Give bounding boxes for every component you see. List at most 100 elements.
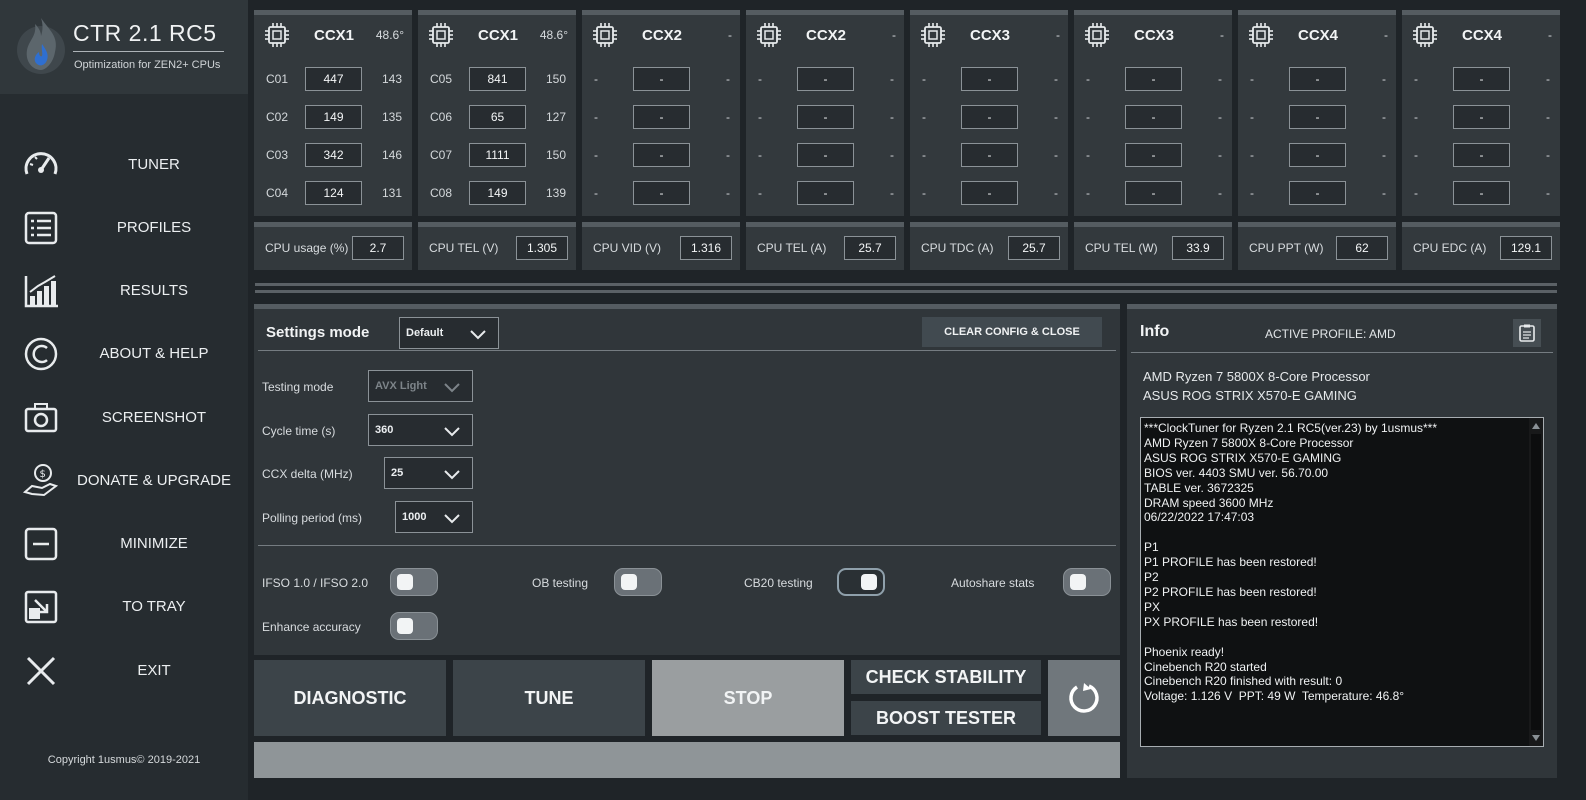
stat-label: CPU TEL (W) — [1085, 241, 1158, 255]
core-label: C06 — [430, 110, 453, 124]
core-label: - — [1250, 148, 1254, 162]
cycle-time-select[interactable]: 360 — [368, 414, 473, 446]
nav-to-tray-label: TO TRAY — [122, 598, 186, 615]
core-label: - — [1250, 186, 1254, 200]
sidebar: CTR 2.1 RC5 Optimization for ZEN2+ CPUs … — [0, 0, 248, 800]
nav-results-label: RESULTS — [119, 282, 189, 299]
ccx-temperature: - — [1548, 28, 1552, 42]
stat-value: 1.305 — [516, 236, 568, 260]
core-label: - — [1086, 110, 1090, 124]
core-frequency: - — [1054, 186, 1058, 200]
ccx-panel-3: CCX2 - - - - - - - - - - - - - — [582, 10, 740, 216]
core-offset-value: 342 — [305, 143, 362, 167]
ccx-delta-select[interactable]: 25 — [384, 457, 473, 489]
nav-results[interactable]: RESULTS — [0, 267, 248, 315]
core-row: --- — [1238, 143, 1396, 167]
scroll-down-arrow-icon[interactable] — [1532, 735, 1540, 741]
core-frequency: - — [726, 110, 730, 124]
ob-testing-toggle[interactable] — [614, 568, 662, 596]
ccx-temperature: 48.6° — [375, 28, 404, 42]
enhance-accuracy-toggle[interactable] — [390, 612, 438, 640]
boost-tester-button[interactable]: BOOST TESTER — [851, 701, 1041, 735]
ifso-toggle[interactable] — [390, 568, 438, 596]
core-frequency: - — [1054, 72, 1058, 86]
close-icon — [26, 656, 56, 686]
info-title: Info — [1140, 323, 1170, 340]
log-scrollbar[interactable] — [1529, 418, 1543, 746]
scroll-track[interactable] — [1531, 434, 1541, 730]
polling-period-value: 1000 — [402, 511, 427, 523]
ccx-temperature: - — [1384, 28, 1388, 42]
settings-divider-top — [258, 350, 1116, 351]
core-offset-value: - — [961, 181, 1018, 205]
stat-value: 25.7 — [844, 236, 896, 260]
nav-to-tray[interactable]: TO TRAY — [0, 583, 248, 631]
core-label: - — [758, 148, 762, 162]
camera-icon — [24, 403, 58, 433]
diagnostic-button[interactable]: DIAGNOSTIC — [254, 660, 446, 736]
core-offset-value: 65 — [469, 105, 526, 129]
info-divider — [1131, 352, 1553, 353]
nav-minimize-label: MINIMIZE — [120, 535, 188, 552]
stat-value: 25.7 — [1008, 236, 1060, 260]
core-label: C01 — [266, 72, 289, 86]
settings-mode-select[interactable]: Default — [399, 317, 499, 349]
polling-period-label: Polling period (ms) — [262, 511, 363, 525]
flame-logo-icon — [17, 18, 65, 74]
core-label: - — [758, 186, 762, 200]
log-textarea[interactable]: ***ClockTuner for Ryzen 2.1 RC5(ver.23) … — [1140, 417, 1544, 747]
nav-donate-upgrade[interactable]: $ DONATE & UPGRADE — [0, 457, 248, 505]
ccx-name: CCX2 — [806, 27, 847, 44]
check-stability-button[interactable]: CHECK STABILITY — [851, 660, 1041, 694]
stat-value: 129.1 — [1500, 236, 1552, 260]
autoshare-stats-toggle[interactable] — [1063, 568, 1111, 596]
refresh-button[interactable] — [1048, 660, 1120, 736]
stat-panel-2: CPU TEL (V) 1.305 — [418, 222, 576, 270]
copy-log-button[interactable] — [1513, 319, 1541, 347]
separator-bottom — [255, 290, 1557, 293]
ifso-label: IFSO 1.0 / IFSO 2.0 — [262, 576, 369, 590]
nav-screenshot[interactable]: SCREENSHOT — [0, 394, 248, 442]
core-frequency: - — [1546, 186, 1550, 200]
core-frequency: - — [890, 72, 894, 86]
stat-label: CPU TEL (V) — [429, 241, 499, 255]
stop-button[interactable]: STOP — [652, 660, 844, 736]
core-offset-value: 841 — [469, 67, 526, 91]
ccx-temperature: - — [728, 28, 732, 42]
donate-hand-icon: $ — [22, 464, 59, 497]
nav-minimize[interactable]: MINIMIZE — [0, 520, 248, 568]
cpu-chip-icon — [757, 23, 781, 47]
core-offset-value: - — [633, 105, 690, 129]
nav-profiles[interactable]: PROFILES — [0, 204, 248, 252]
core-label: C04 — [266, 186, 289, 200]
core-offset-value: - — [961, 67, 1018, 91]
nav-about-help-label: ABOUT & HELP — [99, 345, 209, 362]
testing-mode-select[interactable]: AVX Light — [368, 370, 473, 402]
stat-label: CPU EDC (A) — [1413, 241, 1487, 255]
nav-tuner[interactable]: TUNER — [0, 141, 248, 189]
clear-config-close-button[interactable]: CLEAR CONFIG & CLOSE — [922, 317, 1102, 347]
polling-period-select[interactable]: 1000 — [395, 501, 473, 533]
core-frequency: - — [726, 72, 730, 86]
nav-exit[interactable]: EXIT — [0, 647, 248, 695]
core-offset-value: - — [961, 105, 1018, 129]
scroll-up-arrow-icon[interactable] — [1532, 423, 1540, 429]
settings-panel: Settings mode Default CLEAR CONFIG & CLO… — [254, 304, 1120, 655]
core-row: --- — [582, 143, 740, 167]
to-tray-icon — [24, 590, 58, 624]
nav-about-help[interactable]: ABOUT & HELP — [0, 330, 248, 378]
core-row: --- — [746, 105, 904, 129]
core-row: --- — [1402, 143, 1560, 167]
clocktuner-window: CTR 2.1 RC5 Optimization for ZEN2+ CPUs … — [0, 0, 1586, 800]
core-row: C06 65 127 — [418, 105, 576, 129]
core-frequency: 139 — [545, 186, 566, 200]
core-frequency: - — [726, 186, 730, 200]
core-offset-value: - — [1125, 67, 1182, 91]
tune-button[interactable]: TUNE — [453, 660, 645, 736]
core-label: - — [594, 110, 598, 124]
ccx-name: CCX4 — [1462, 27, 1503, 44]
core-frequency: - — [1054, 110, 1058, 124]
cb20-testing-toggle[interactable] — [837, 568, 885, 596]
core-frequency: 127 — [545, 110, 566, 124]
copyright-text: Copyright 1usmus© 2019-2021 — [47, 754, 201, 766]
